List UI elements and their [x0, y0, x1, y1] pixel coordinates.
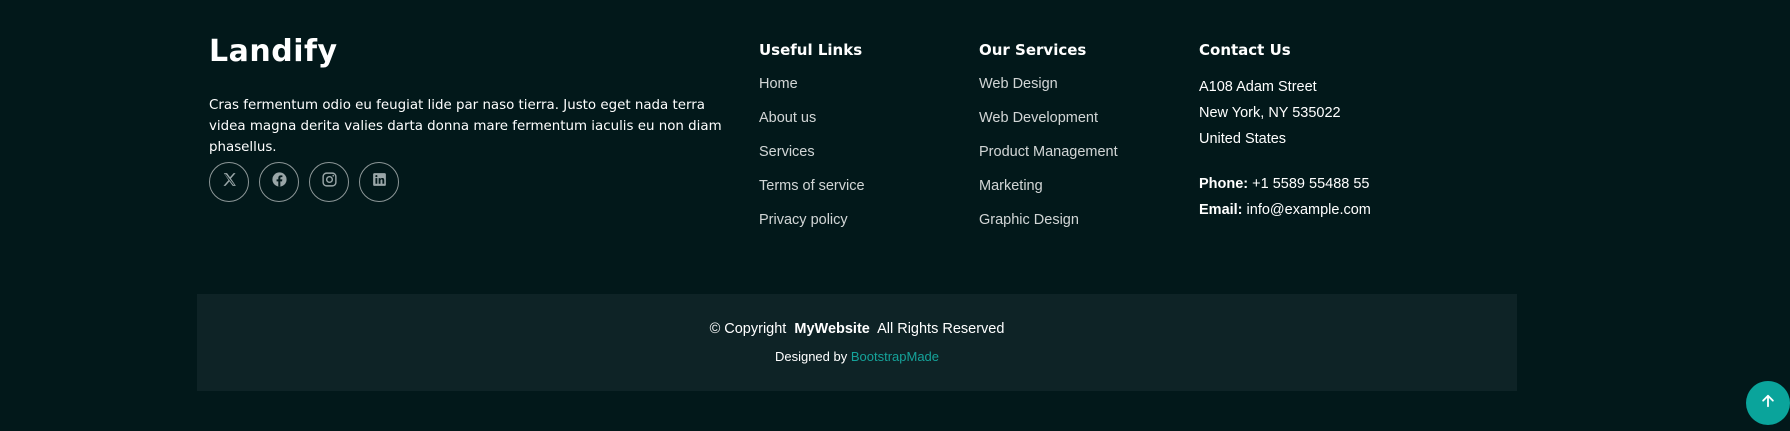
- useful-links-column: Useful Links Home About us Services Term…: [759, 40, 865, 244]
- contact-street: A108 Adam Street: [1199, 79, 1317, 95]
- instagram-icon: [321, 171, 338, 193]
- our-services-heading: Our Services: [979, 41, 1087, 59]
- contact-phone-label: Phone:: [1199, 176, 1249, 192]
- credits-text: Designed by BootstrapMade: [197, 349, 1517, 364]
- service-link-marketing[interactable]: Marketing: [979, 178, 1043, 194]
- contact-country: United States: [1199, 131, 1287, 147]
- contact-column: Contact Us A108 Adam Street New York, NY…: [1199, 40, 1371, 223]
- social-links: [209, 162, 399, 202]
- contact-email: Email: info@example.com: [1199, 197, 1371, 223]
- useful-links-heading: Useful Links: [759, 41, 863, 59]
- copyright-prefix: © Copyright: [709, 321, 787, 337]
- contact-phone: Phone: +1 5589 55488 55: [1199, 171, 1371, 197]
- our-services-column: Our Services Web Design Web Development …: [979, 40, 1118, 244]
- copyright-bar: © Copyright MyWebsite All Rights Reserve…: [197, 294, 1517, 391]
- copyright-rights: All Rights Reserved: [877, 321, 1005, 337]
- credits-prefix: Designed by: [774, 349, 848, 364]
- social-facebook-button[interactable]: [259, 162, 299, 202]
- service-link-web-design[interactable]: Web Design: [979, 76, 1058, 92]
- brand-description: Cras fermentum odio eu feugiat lide par …: [209, 98, 722, 155]
- scroll-top-button[interactable]: [1746, 381, 1790, 425]
- service-link-web-development[interactable]: Web Development: [979, 110, 1098, 126]
- copyright-text: © Copyright MyWebsite All Rights Reserve…: [197, 321, 1517, 337]
- contact-email-value: info@example.com: [1246, 202, 1371, 218]
- contact-city: New York, NY 535022: [1199, 105, 1341, 121]
- facebook-icon: [271, 171, 288, 193]
- social-instagram-button[interactable]: [309, 162, 349, 202]
- footer-link-terms[interactable]: Terms of service: [759, 178, 865, 194]
- social-x-button[interactable]: [209, 162, 249, 202]
- footer-link-privacy[interactable]: Privacy policy: [759, 212, 848, 228]
- social-linkedin-button[interactable]: [359, 162, 399, 202]
- x-twitter-icon: [221, 171, 238, 193]
- contact-phone-value: +1 5589 55488 55: [1252, 176, 1370, 192]
- service-link-product-management[interactable]: Product Management: [979, 144, 1118, 160]
- arrow-up-icon: [1759, 392, 1777, 415]
- contact-email-label: Email:: [1199, 202, 1243, 218]
- service-link-graphic-design[interactable]: Graphic Design: [979, 212, 1079, 228]
- contact-heading: Contact Us: [1199, 41, 1291, 59]
- footer-link-about[interactable]: About us: [759, 110, 816, 126]
- footer-link-services[interactable]: Services: [759, 144, 815, 160]
- footer-link-home[interactable]: Home: [759, 76, 798, 92]
- brand-logo[interactable]: Landify: [209, 34, 338, 69]
- copyright-site-name: MyWebsite: [794, 321, 870, 337]
- credits-designer-link[interactable]: BootstrapMade: [851, 349, 939, 364]
- linkedin-icon: [371, 171, 388, 193]
